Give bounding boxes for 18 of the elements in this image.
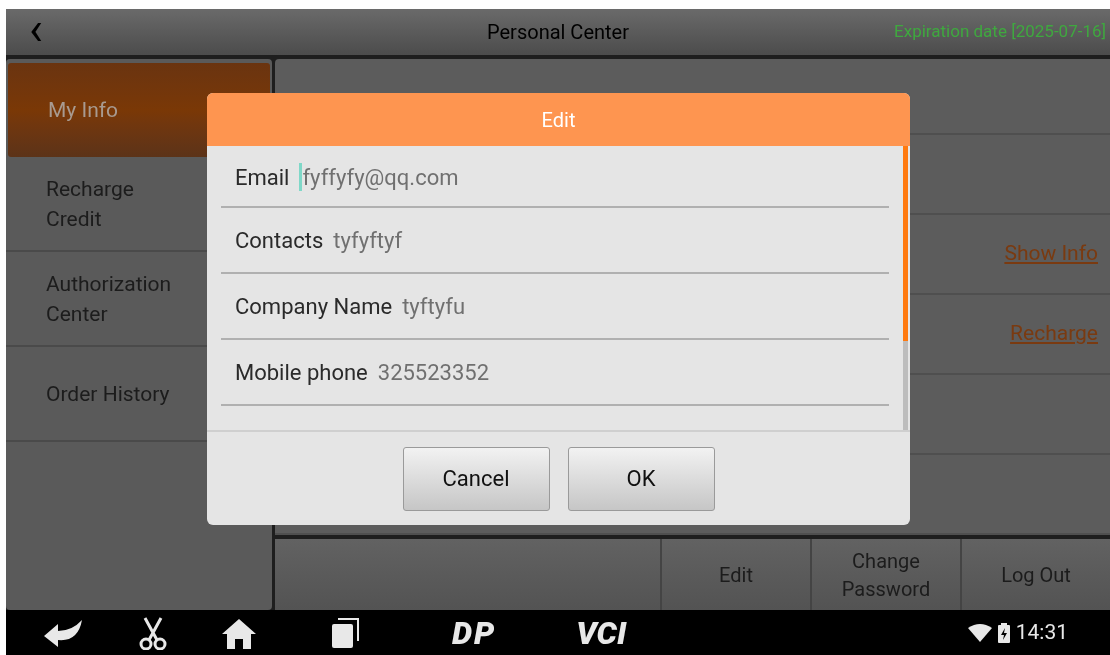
home-icon[interactable] [220,616,258,649]
expiration-date: Expiration date [2025-07-16] [894,20,1106,44]
input-field[interactable]: fyffyfy@qq.com [302,160,889,194]
battery-icon [997,622,1010,643]
dialog-title: Edit [207,93,910,146]
page-title: Personal Center [487,19,629,46]
scrollbar[interactable] [903,146,908,430]
recent-apps-icon[interactable] [330,616,360,649]
clock-time: 14:31 [1015,618,1068,646]
logo-text[interactable]: VCI [576,616,627,649]
dialog-button[interactable]: Cancel [402,446,550,511]
dialog-button[interactable]: OK [567,446,715,511]
logo-text[interactable]: DP [452,616,497,649]
input-field[interactable]: 325523352 [377,355,889,389]
input-field[interactable]: tyfyftyf [333,223,889,257]
back-button[interactable]: ‹ [6,10,66,54]
input-field[interactable]: tyftyfu [402,289,889,323]
wifi-icon [967,623,992,642]
